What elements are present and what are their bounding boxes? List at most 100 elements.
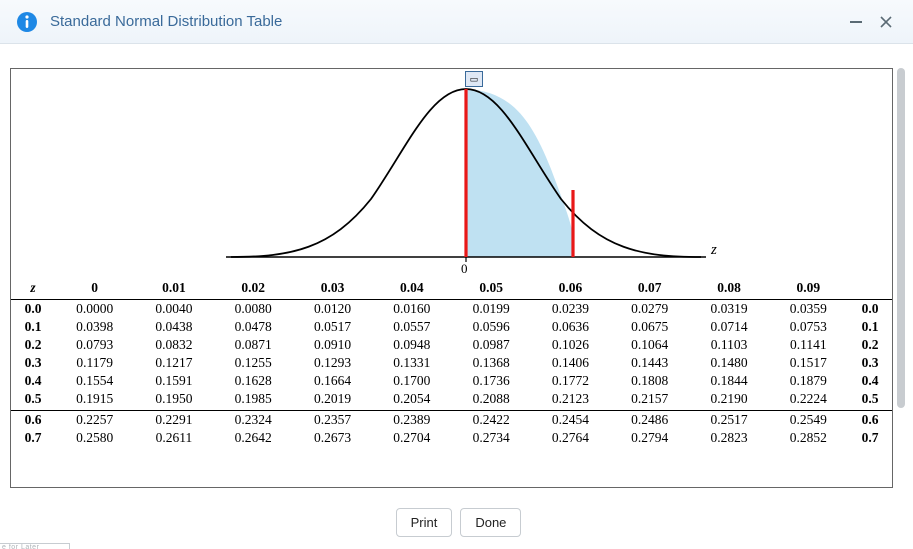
- z-table-cell: 0.1103: [689, 336, 768, 354]
- z-table-cell: 0.2486: [610, 411, 689, 430]
- z-table-cell: 0.0000: [55, 300, 134, 319]
- z-table-cell: 0.0910: [293, 336, 372, 354]
- z-table-header-cell: 0.06: [531, 279, 610, 300]
- z-table-cell: 0.1064: [610, 336, 689, 354]
- z-table-cell: 0.2357: [293, 411, 372, 430]
- z-table-cell: 0.1026: [531, 336, 610, 354]
- minimize-button[interactable]: [845, 11, 867, 33]
- z-table-cell: 0.0160: [372, 300, 451, 319]
- table-row: 0.60.22570.22910.23240.23570.23890.24220…: [11, 411, 892, 430]
- z-table-cell: 0.1772: [531, 372, 610, 390]
- table-row: 0.10.03980.04380.04780.05170.05570.05960…: [11, 318, 892, 336]
- z-table-cell: 0.0199: [451, 300, 530, 319]
- done-button[interactable]: Done: [460, 508, 521, 537]
- z-table-cell: 0.2611: [134, 429, 213, 447]
- z-table-cell: 0.2157: [610, 390, 689, 411]
- table-row: 0.70.25800.26110.26420.26730.27040.27340…: [11, 429, 892, 447]
- z-table-cell: 0.1293: [293, 354, 372, 372]
- z-table-cell: 0.2019: [293, 390, 372, 411]
- z-row-label: 0.3: [11, 354, 55, 372]
- z-table-cell: 0.1915: [55, 390, 134, 411]
- z-row-label-right: 0.6: [848, 411, 892, 430]
- z-table-cell: 0.0239: [531, 300, 610, 319]
- z-table-cell: 0.2642: [214, 429, 293, 447]
- z-table-cell: 0.2673: [293, 429, 372, 447]
- z-row-label-right: 0.5: [848, 390, 892, 411]
- z-table-cell: 0.1808: [610, 372, 689, 390]
- z-table-cell: 0.1844: [689, 372, 768, 390]
- z-table-cell: 0.2454: [531, 411, 610, 430]
- z-table-cell: 0.0636: [531, 318, 610, 336]
- z-table-cell: 0.0279: [610, 300, 689, 319]
- z-table-cell: 0.1985: [214, 390, 293, 411]
- z-table-header-cell: 0.09: [769, 279, 848, 300]
- client-area: ▭ z 0 z00.010.020.030.040.050.060.070.08…: [0, 44, 913, 549]
- z-table-cell: 0.2734: [451, 429, 530, 447]
- titlebar: Standard Normal Distribution Table: [0, 0, 913, 44]
- vertical-scrollbar[interactable]: [895, 68, 907, 488]
- z-table-cell: 0.2224: [769, 390, 848, 411]
- z-table-cell: 0.0359: [769, 300, 848, 319]
- table-row: 0.20.07930.08320.08710.09100.09480.09870…: [11, 336, 892, 354]
- z-table-cell: 0.0319: [689, 300, 768, 319]
- table-row: 0.00.00000.00400.00800.01200.01600.01990…: [11, 300, 892, 319]
- z-table-cell: 0.1217: [134, 354, 213, 372]
- z-table-body: 0.00.00000.00400.00800.01200.01600.01990…: [11, 300, 892, 448]
- info-icon: [16, 11, 38, 33]
- z-table-cell: 0.1517: [769, 354, 848, 372]
- table-row: 0.30.11790.12170.12550.12930.13310.13680…: [11, 354, 892, 372]
- z-table-cell: 0.1255: [214, 354, 293, 372]
- z-table-cell: 0.0080: [214, 300, 293, 319]
- z-table-cell: 0.2794: [610, 429, 689, 447]
- z-table-cell: 0.0557: [372, 318, 451, 336]
- z-row-label-right: 0.1: [848, 318, 892, 336]
- z-table-cell: 0.2517: [689, 411, 768, 430]
- z-table-cell: 0.0478: [214, 318, 293, 336]
- z-table-header-cell: 0.05: [451, 279, 530, 300]
- z-row-label: 0.2: [11, 336, 55, 354]
- z-table-cell: 0.1736: [451, 372, 530, 390]
- z-row-label-right: 0.7: [848, 429, 892, 447]
- z-table-cell: 0.2257: [55, 411, 134, 430]
- z-row-label-right: 0.2: [848, 336, 892, 354]
- z-table-cell: 0.0517: [293, 318, 372, 336]
- table-row: 0.40.15540.15910.16280.16640.17000.17360…: [11, 372, 892, 390]
- z-table-cell: 0.1591: [134, 372, 213, 390]
- z-table-cell: 0.2088: [451, 390, 530, 411]
- z-table-cell: 0.2823: [689, 429, 768, 447]
- z-table-header-cell: z: [11, 279, 55, 300]
- z-table-cell: 0.1628: [214, 372, 293, 390]
- axis-tick-zero: 0: [461, 261, 468, 277]
- chart-resize-handle-icon[interactable]: ▭: [465, 71, 483, 87]
- footer-buttons: Print Done: [10, 508, 907, 537]
- z-row-label: 0.1: [11, 318, 55, 336]
- z-table-cell: 0.0871: [214, 336, 293, 354]
- z-row-label: 0.5: [11, 390, 55, 411]
- z-table-cell: 0.0438: [134, 318, 213, 336]
- z-row-label: 0.6: [11, 411, 55, 430]
- z-table-cell: 0.2549: [769, 411, 848, 430]
- z-row-label-right: 0.4: [848, 372, 892, 390]
- z-table-cell: 0.0832: [134, 336, 213, 354]
- z-table-header-cell: 0.03: [293, 279, 372, 300]
- z-row-label-right: 0.0: [848, 300, 892, 319]
- z-table-cell: 0.1879: [769, 372, 848, 390]
- axis-label-z: z: [711, 242, 717, 259]
- z-table-cell: 0.0596: [451, 318, 530, 336]
- z-table-header-cell: 0: [55, 279, 134, 300]
- z-table-cell: 0.1368: [451, 354, 530, 372]
- z-table-cell: 0.0675: [610, 318, 689, 336]
- print-button[interactable]: Print: [396, 508, 453, 537]
- close-button[interactable]: [875, 11, 897, 33]
- z-table-cell: 0.2123: [531, 390, 610, 411]
- scrollbar-thumb[interactable]: [897, 68, 905, 408]
- z-row-label-right: 0.3: [848, 354, 892, 372]
- z-table-cell: 0.0040: [134, 300, 213, 319]
- z-table-cell: 0.2291: [134, 411, 213, 430]
- dialog-window: Standard Normal Distribution Table: [0, 0, 913, 549]
- z-row-label: 0.7: [11, 429, 55, 447]
- z-table-header-cell: 0.07: [610, 279, 689, 300]
- z-table-cell: 0.2054: [372, 390, 451, 411]
- z-table-cell: 0.1700: [372, 372, 451, 390]
- z-row-label: 0.0: [11, 300, 55, 319]
